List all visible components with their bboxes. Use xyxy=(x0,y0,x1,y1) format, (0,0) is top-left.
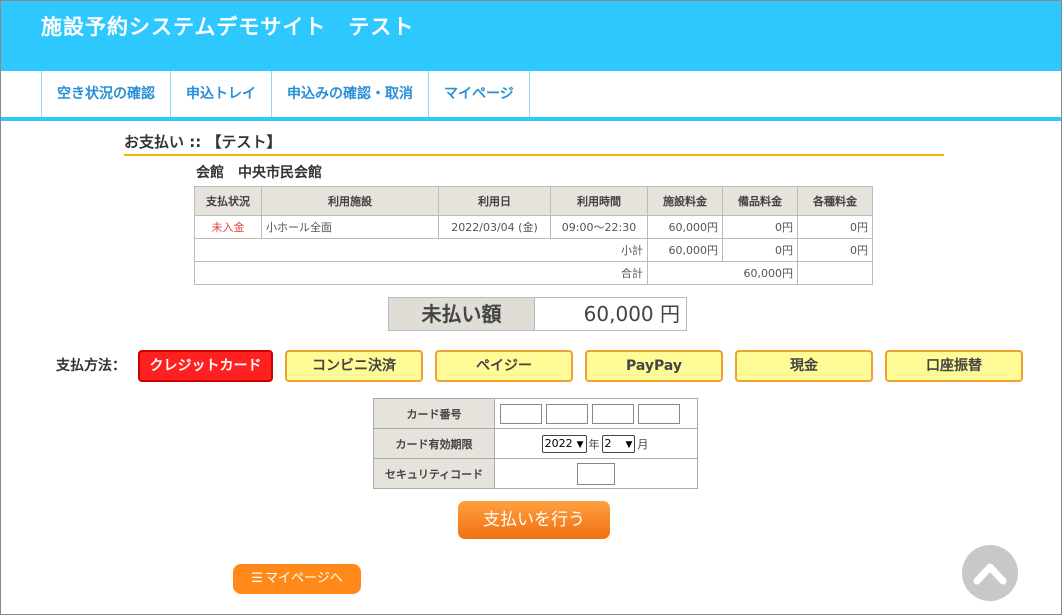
col-time: 利用時間 xyxy=(550,186,648,216)
subtotal-row: 小計 60,000円 0円 0円 xyxy=(194,238,873,262)
card-form: カード番号 カード有効期限 2022 ▼ 年 2 ▼ 月 セキュリティコード xyxy=(373,398,698,489)
site-title: 施設予約システムデモサイト テスト xyxy=(41,15,415,39)
col-facility: 利用施設 xyxy=(261,186,439,216)
facility-cell: 小ホール全面 xyxy=(261,215,439,239)
method-cash-button[interactable]: 現金 xyxy=(735,350,873,382)
method-paypay-button[interactable]: PayPay xyxy=(585,350,723,382)
card-number-fields xyxy=(494,398,698,429)
card-number-input-4[interactable] xyxy=(638,403,680,424)
time-cell: 09:00～22:30 xyxy=(550,215,648,239)
subtotal-label: 小計 xyxy=(194,238,648,262)
menu-icon: ☰ xyxy=(251,571,263,586)
card-number-input-3[interactable] xyxy=(592,403,634,424)
reservation-table: 支払状況 利用施設 利用日 利用時間 施設料金 備品料金 各種料金 未入金 小ホ… xyxy=(194,186,873,285)
total-row: 合計 60,000円 xyxy=(194,261,873,285)
back-to-top-button[interactable] xyxy=(962,545,1018,601)
card-number-input-2[interactable] xyxy=(546,403,588,424)
status-cell: 未入金 xyxy=(194,215,262,239)
chevron-up-icon xyxy=(973,563,1007,585)
venue-name: 会館 中央市民会館 xyxy=(196,165,322,181)
method-payeasy-button[interactable]: ペイジー xyxy=(435,350,573,382)
unpaid-value: 60,000 円 xyxy=(583,302,680,326)
security-code-input[interactable] xyxy=(577,462,615,485)
facility-fee-cell: 60,000円 xyxy=(647,215,723,239)
total-label: 合計 xyxy=(194,261,648,285)
col-other-fee: 各種料金 xyxy=(797,186,873,216)
mypage-button-label: マイページへ xyxy=(264,571,343,586)
expiry-year-select[interactable]: 2022 ▼ xyxy=(541,434,587,453)
subtotal-facility-fee: 60,000円 xyxy=(647,238,723,262)
security-code-cell xyxy=(494,458,698,489)
main-nav: 空き状況の確認 申込トレイ 申込みの確認・取消 マイページ xyxy=(1,71,1061,121)
card-number-label: カード番号 xyxy=(373,398,495,429)
card-expiry-label: カード有効期限 xyxy=(373,428,495,459)
subtotal-other-fee: 0円 xyxy=(797,238,873,262)
col-status: 支払状況 xyxy=(194,186,262,216)
site-header: 施設予約システムデモサイト テスト xyxy=(1,1,1061,71)
security-code-label: セキュリティコード xyxy=(373,458,495,489)
method-credit-card-button[interactable]: クレジットカード xyxy=(138,350,273,382)
year-unit: 年 xyxy=(588,437,600,451)
nav-tab-tray[interactable]: 申込トレイ xyxy=(171,71,272,117)
payment-method-label: 支払方法： xyxy=(56,358,126,374)
expiry-month-select[interactable]: 2 ▼ xyxy=(601,434,636,453)
total-value: 60,000円 xyxy=(647,261,798,285)
col-equipment-fee: 備品料金 xyxy=(722,186,798,216)
mypage-button[interactable]: ☰ マイページへ xyxy=(233,564,361,594)
col-date: 利用日 xyxy=(438,186,551,216)
nav-tab-mypage[interactable]: マイページ xyxy=(429,71,530,117)
payment-methods: クレジットカード コンビニ決済 ペイジー PayPay 現金 口座振替 xyxy=(138,350,1023,382)
month-unit: 月 xyxy=(637,437,649,451)
pay-button[interactable]: 支払いを行う xyxy=(458,501,610,539)
unpaid-amount-box: 未払い額 60,000 円 xyxy=(388,297,687,331)
nav-tab-confirm-cancel[interactable]: 申込みの確認・取消 xyxy=(272,71,429,117)
method-bank-transfer-button[interactable]: 口座振替 xyxy=(885,350,1023,382)
date-cell: 2022/03/04 (金) xyxy=(438,215,551,239)
nav-tab-availability[interactable]: 空き状況の確認 xyxy=(42,71,171,117)
card-number-input-1[interactable] xyxy=(500,403,542,424)
card-expiry-fields: 2022 ▼ 年 2 ▼ 月 xyxy=(494,428,698,459)
table-row: 未入金 小ホール全面 2022/03/04 (金) 09:00～22:30 60… xyxy=(194,215,873,239)
unpaid-label: 未払い額 xyxy=(389,298,535,330)
other-fee-cell: 0円 xyxy=(797,215,873,239)
chevron-down-icon: ▼ xyxy=(576,439,584,450)
subtotal-equipment-fee: 0円 xyxy=(722,238,798,262)
col-facility-fee: 施設料金 xyxy=(647,186,723,216)
chevron-down-icon: ▼ xyxy=(625,439,633,450)
method-convenience-store-button[interactable]: コンビニ決済 xyxy=(285,350,423,382)
page-title: お支払い :: 【テスト】 xyxy=(124,131,944,156)
equipment-fee-cell: 0円 xyxy=(722,215,798,239)
